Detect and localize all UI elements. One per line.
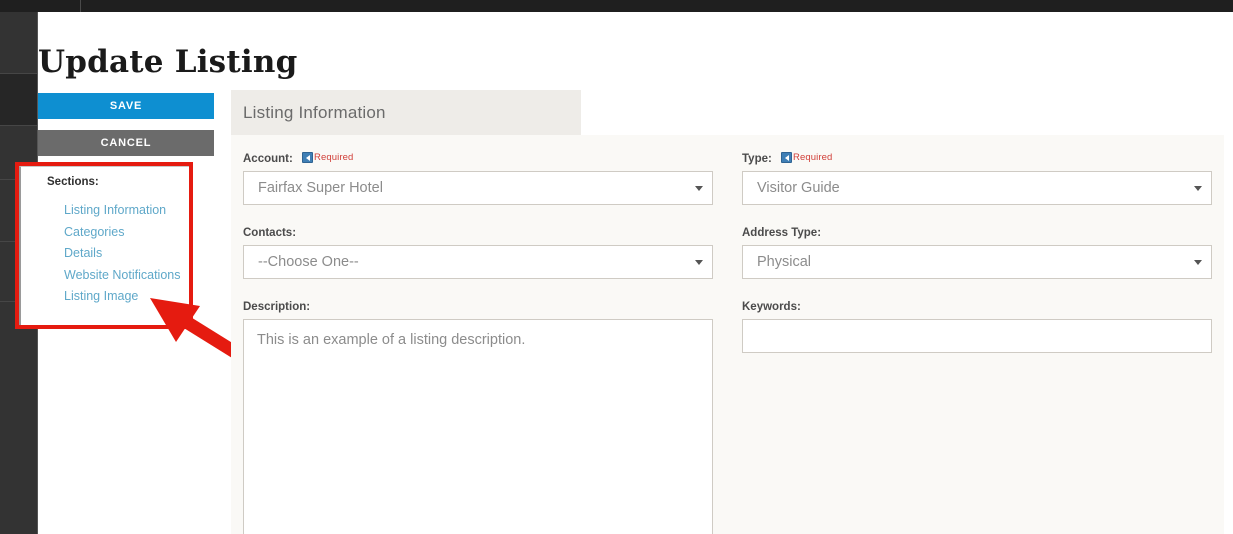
field-description: Description: <box>243 301 713 534</box>
sidebar-item-categories[interactable]: Categories <box>64 222 181 244</box>
account-value: Fairfax Super Hotel <box>258 180 383 196</box>
account-label: Account: Required <box>243 152 713 165</box>
sidebar-item-website-notifications[interactable]: Website Notifications <box>64 265 181 287</box>
field-contacts: Contacts: --Choose One-- <box>243 227 713 279</box>
top-bar <box>0 0 1233 12</box>
contacts-label: Contacts: <box>243 227 297 239</box>
chevron-down-icon <box>695 260 703 265</box>
contacts-select[interactable]: --Choose One-- <box>243 245 713 279</box>
field-account: Account: Required Fairfax Super Hotel <box>243 152 713 205</box>
type-value: Visitor Guide <box>757 180 840 196</box>
sidebar-item-listing-information[interactable]: Listing Information <box>64 200 181 222</box>
chevron-down-icon <box>1194 186 1202 191</box>
description-textarea[interactable] <box>243 319 713 534</box>
required-text: Required <box>793 152 833 164</box>
description-label: Description: <box>243 301 311 313</box>
tab-label: Listing Information <box>243 103 386 122</box>
chevron-down-icon <box>1194 260 1202 265</box>
page-title: Update Listing <box>38 44 298 80</box>
contacts-value: --Choose One-- <box>258 254 359 270</box>
account-label-text: Account: <box>243 153 293 165</box>
type-required-badge: Required <box>781 152 833 164</box>
sections-panel: Sections: Listing Information Categories… <box>19 166 189 325</box>
sections-heading: Sections: <box>47 176 99 188</box>
keywords-label: Keywords: <box>742 301 801 313</box>
panel-body: Account: Required Fairfax Super Hotel Ty… <box>231 135 1224 534</box>
field-type: Type: Required Visitor Guide <box>742 152 1212 205</box>
listing-panel: Listing Information Account: Required Fa… <box>231 90 1224 534</box>
keywords-input[interactable] <box>742 319 1212 353</box>
sidebar-item-details[interactable]: Details <box>64 243 181 265</box>
field-keywords: Keywords: <box>742 301 1212 353</box>
rail-segment-1[interactable] <box>0 12 38 74</box>
sections-highlight-box: Sections: Listing Information Categories… <box>15 162 193 329</box>
type-select[interactable]: Visitor Guide <box>742 171 1212 205</box>
type-label-text: Type: <box>742 153 772 165</box>
field-address-type: Address Type: Physical <box>742 227 1212 279</box>
type-label: Type: Required <box>742 152 1212 165</box>
chevron-down-icon <box>695 186 703 191</box>
rail-segment-6[interactable] <box>0 302 38 534</box>
address-type-select[interactable]: Physical <box>742 245 1212 279</box>
top-bar-divider <box>80 0 81 12</box>
required-marker-icon <box>781 152 793 164</box>
sections-nav[interactable]: Listing Information Categories Details W… <box>64 200 181 308</box>
account-required-badge: Required <box>302 152 354 164</box>
account-select[interactable]: Fairfax Super Hotel <box>243 171 713 205</box>
sidebar-item-listing-image[interactable]: Listing Image <box>64 286 181 308</box>
tab-listing-information[interactable]: Listing Information <box>231 90 581 135</box>
save-button[interactable]: SAVE <box>38 93 214 119</box>
rail-segment-active[interactable] <box>0 74 38 126</box>
address-type-label: Address Type: <box>742 227 822 239</box>
required-marker-icon <box>302 152 314 164</box>
cancel-button[interactable]: CANCEL <box>38 130 214 156</box>
address-type-value: Physical <box>757 254 811 270</box>
page-content: Update Listing SAVE CANCEL Sections: Lis… <box>15 12 1233 534</box>
required-text: Required <box>314 152 354 164</box>
